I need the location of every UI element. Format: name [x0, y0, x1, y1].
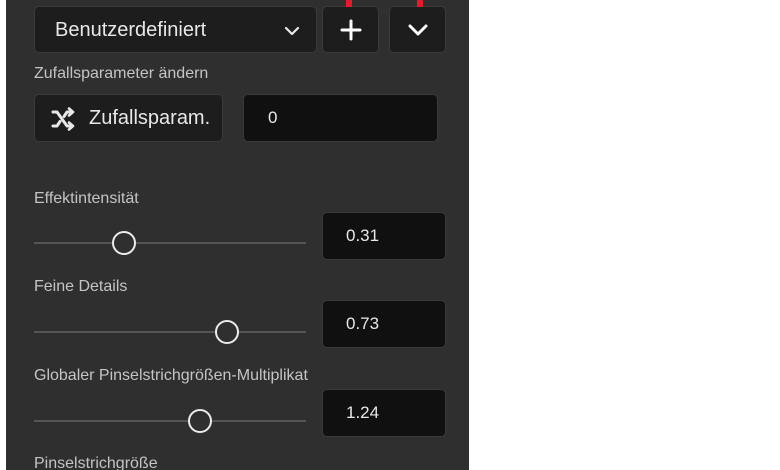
- randomize-button[interactable]: Zufallsparam.: [34, 94, 223, 142]
- highlight-marker: [417, 0, 423, 7]
- stroke-size-multiplier-slider[interactable]: [34, 407, 306, 435]
- fine-details-slider[interactable]: [34, 318, 306, 346]
- preset-dropdown[interactable]: Benutzerdefiniert: [34, 6, 317, 53]
- slider-thumb[interactable]: [111, 231, 136, 255]
- preset-dropdown-value: Benutzerdefiniert: [55, 19, 207, 41]
- effect-intensity-value: 0.31: [346, 226, 380, 245]
- fine-details-label: Feine Details: [34, 278, 128, 295]
- slider-thumb[interactable]: [215, 320, 240, 344]
- shuffle-icon: [51, 107, 75, 131]
- random-seed-value: 0: [268, 108, 278, 127]
- effect-parameters-panel: Benutzerdefiniert Zufallsparameter änder…: [6, 0, 469, 470]
- stroke-size-multiplier-label: Globaler Pinselstrichgrößen-Multiplikato…: [34, 367, 308, 384]
- random-section-label: Zufallsparameter ändern: [34, 65, 209, 82]
- effect-intensity-slider[interactable]: [34, 229, 306, 257]
- chevron-down-icon: [408, 24, 427, 35]
- preset-menu-button[interactable]: [389, 6, 446, 53]
- slider-track: [34, 331, 306, 333]
- fine-details-value: 0.73: [346, 314, 380, 333]
- slider-thumb[interactable]: [187, 409, 212, 433]
- effect-intensity-label: Effektintensität: [34, 190, 139, 207]
- plus-icon: [340, 19, 361, 40]
- add-preset-button[interactable]: [322, 6, 379, 53]
- stroke-size-multiplier-input[interactable]: 1.24: [322, 389, 446, 437]
- stroke-size-multiplier-value: 1.24: [346, 403, 380, 422]
- random-seed-input[interactable]: 0: [243, 94, 438, 142]
- slider-track: [34, 242, 306, 244]
- stroke-size-label: Pinselstrichgröße: [34, 455, 158, 470]
- randomize-button-label: Zufallsparam.: [89, 107, 211, 129]
- fine-details-input[interactable]: 0.73: [322, 300, 446, 348]
- effect-intensity-input[interactable]: 0.31: [322, 212, 446, 260]
- highlight-marker: [346, 0, 352, 7]
- chevron-down-icon: [284, 26, 300, 36]
- slider-track: [34, 420, 306, 422]
